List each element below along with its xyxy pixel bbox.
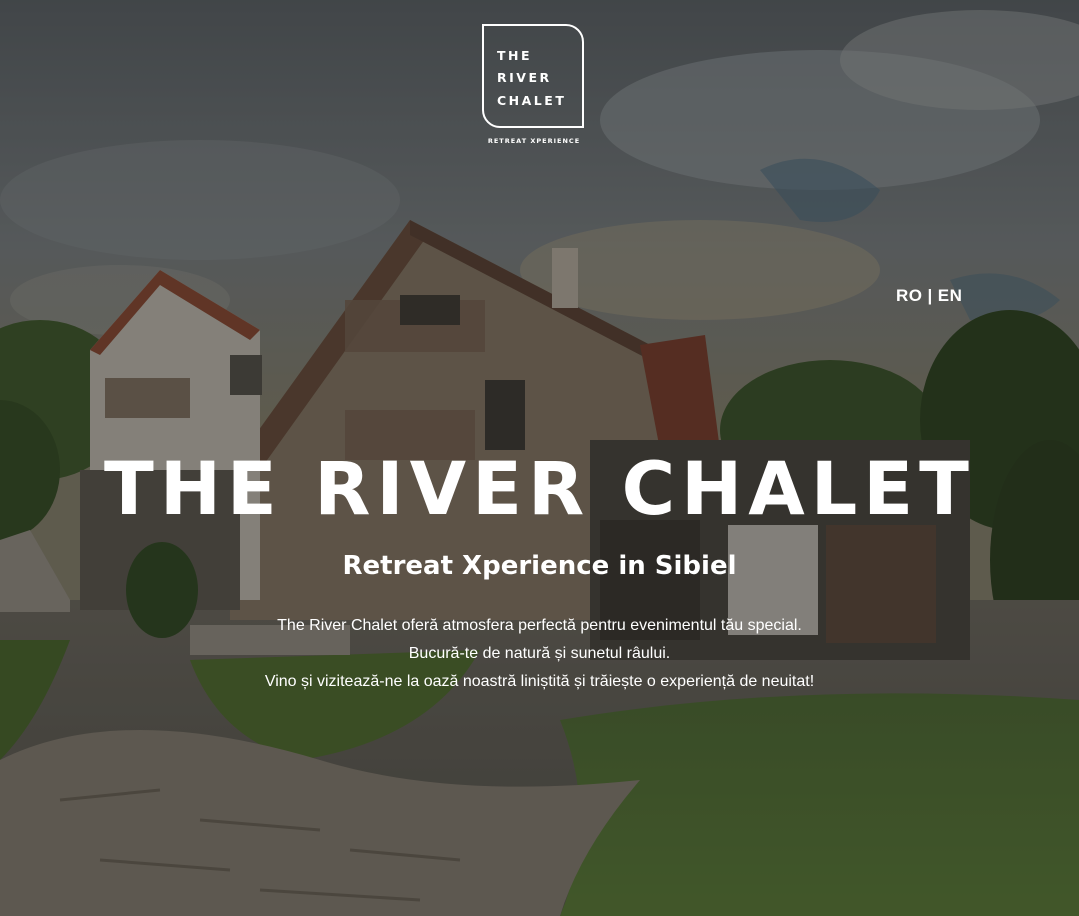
hero-title: THE RIVER CHALET xyxy=(104,447,975,532)
hero-description: The River Chalet oferă atmosfera perfect… xyxy=(0,612,1079,696)
hero-description-line-2: Bucură-te de natură și sunetul râului. xyxy=(408,645,671,662)
hero-section: THE RIVER CHALET RETREAT XPERIENCE RO | EN… xyxy=(0,0,1079,916)
logo-text-line-2: RIVER xyxy=(497,70,552,85)
hero-subtitle: Retreat Xperience in Sibiel xyxy=(342,551,737,581)
hero-description-line-3: Vino și vizitează-ne la oază noastră lin… xyxy=(264,673,815,690)
hero-description-line-1: The River Chalet oferă atmosfera perfect… xyxy=(277,617,802,634)
logo-text-line-1: THE xyxy=(497,48,533,63)
language-separator: | xyxy=(927,286,933,305)
language-en-link[interactable]: EN xyxy=(938,286,963,305)
language-ro-link[interactable]: RO xyxy=(896,286,923,305)
language-switcher: RO | EN xyxy=(896,286,962,306)
site-logo[interactable]: THE RIVER CHALET RETREAT XPERIENCE xyxy=(481,24,587,148)
logo-text-line-3: CHALET xyxy=(497,93,567,108)
logo-tagline: RETREAT XPERIENCE xyxy=(487,137,581,145)
